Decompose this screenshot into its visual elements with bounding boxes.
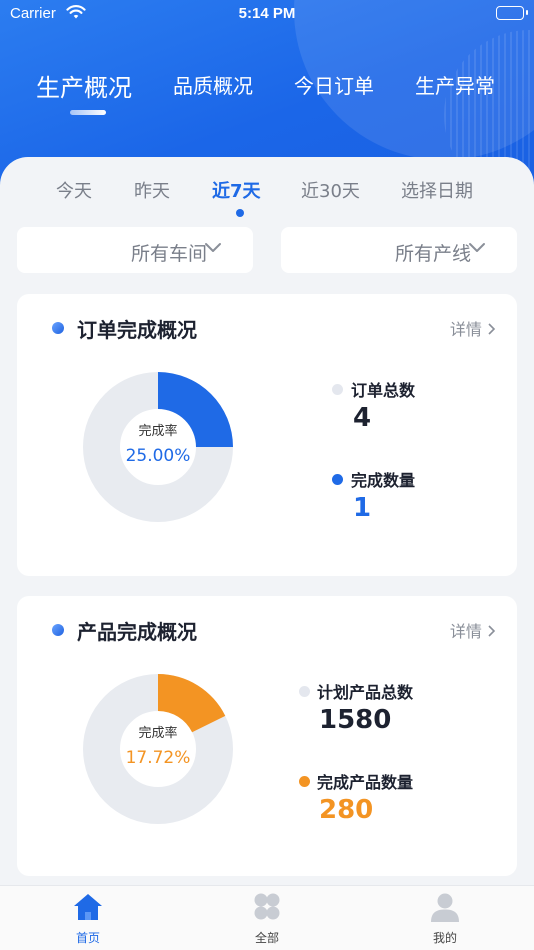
active-date-indicator: [236, 209, 244, 217]
order-total-label: 订单总数: [351, 381, 416, 400]
completion-rate-label: 完成率: [138, 726, 178, 741]
battery-icon: [496, 6, 528, 20]
legend-dot-total: [332, 384, 343, 395]
chevron-down-icon: [467, 237, 487, 262]
tab-quality-overview[interactable]: 品质概况: [173, 70, 253, 99]
legend-dot-done: [332, 474, 343, 485]
date-tab-select-date[interactable]: 选择日期: [401, 177, 473, 203]
clock: 5:14 PM: [238, 5, 296, 22]
user-icon: [429, 893, 461, 926]
chevron-down-icon: [203, 237, 223, 262]
nav-mine-label: 我的: [432, 931, 457, 945]
card-title-dot: [52, 624, 64, 636]
product-total-label: 计划产品总数: [317, 683, 414, 702]
legend-dot-total: [299, 686, 310, 697]
card-title-dot: [52, 322, 64, 334]
order-completion-card: 订单完成概况 详情 完成率 25.00% 订单总数 4 完成数量 1: [17, 294, 517, 576]
details-label: 详情: [449, 320, 482, 339]
date-tab-yesterday[interactable]: 昨天: [134, 177, 170, 203]
details-label: 详情: [449, 622, 482, 641]
date-tab-30-days[interactable]: 近30天: [301, 177, 360, 203]
bottom-tab-bar: 首页 全部 我的: [0, 885, 534, 950]
chevron-right-icon: [487, 622, 497, 641]
nav-all[interactable]: 全部: [237, 892, 297, 946]
order-total-value: 4: [353, 403, 372, 433]
workshop-select[interactable]: 所有车间: [17, 227, 253, 273]
product-completion-card: 产品完成概况 详情 完成率 17.72% 计划产品总数 1580 完成产品数量 …: [17, 596, 517, 876]
grid-icon: [251, 893, 283, 926]
completion-rate-value: 25.00%: [125, 446, 191, 466]
order-done-value: 1: [353, 493, 372, 523]
order-details-link[interactable]: 详情: [450, 316, 497, 340]
line-select-value: 所有产线: [394, 243, 471, 265]
main-tab-bar: 生产概况 品质概况 今日订单 生产异常: [0, 70, 534, 110]
product-details-link[interactable]: 详情: [450, 618, 497, 642]
date-tab-today[interactable]: 今天: [56, 177, 92, 203]
active-tab-indicator: [70, 110, 106, 115]
completion-rate-value: 17.72%: [125, 748, 191, 768]
home-icon: [72, 894, 104, 926]
legend-dot-done: [299, 776, 310, 787]
tab-production-overview[interactable]: 生产概况: [36, 68, 132, 103]
tab-production-exception[interactable]: 生产异常: [415, 70, 495, 99]
nav-home-label: 首页: [75, 931, 100, 945]
line-select[interactable]: 所有产线: [281, 227, 517, 273]
completion-rate-label: 完成率: [138, 424, 178, 439]
date-range-tabs: 今天 昨天 近7天 近30天 选择日期: [0, 177, 534, 217]
content-sheet: 今天 昨天 近7天 近30天 选择日期 所有车间 所有产线 订单完成概况 详情: [0, 157, 534, 897]
tab-today-orders[interactable]: 今日订单: [294, 70, 374, 99]
nav-all-label: 全部: [254, 931, 279, 945]
card-title: 订单完成概况: [77, 318, 197, 342]
product-done-label: 完成产品数量: [317, 773, 414, 792]
date-tab-7-days[interactable]: 近7天: [212, 177, 261, 203]
product-done-value: 280: [319, 795, 374, 825]
product-total-value: 1580: [319, 705, 392, 735]
card-title: 产品完成概况: [77, 620, 197, 644]
nav-home[interactable]: 首页: [58, 892, 118, 946]
workshop-select-value: 所有车间: [130, 243, 207, 265]
nav-mine[interactable]: 我的: [415, 892, 475, 946]
status-bar: Carrier 5:14 PM: [0, 0, 534, 30]
order-done-label: 完成数量: [351, 471, 416, 490]
chevron-right-icon: [487, 320, 497, 339]
